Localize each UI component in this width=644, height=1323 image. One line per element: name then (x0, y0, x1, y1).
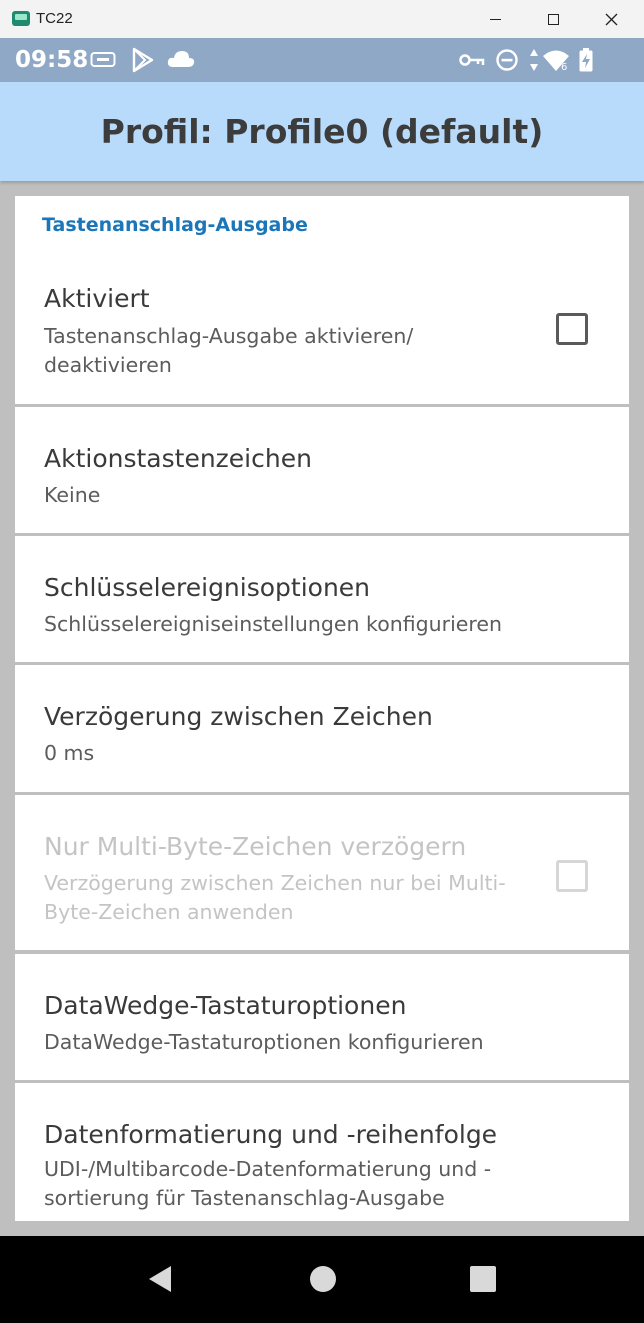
minimize-icon (489, 18, 501, 20)
wifi-label: 6 (561, 62, 567, 72)
settings-list[interactable]: Tastenanschlag-Ausgabe Aktiviert Tastena… (15, 196, 629, 1221)
pref-key-event-options[interactable]: Schlüsselereignisoptionen Schlüsselereig… (15, 536, 629, 662)
category-header: Tastenanschlag-Ausgabe (15, 196, 629, 246)
status-clock: 09:58 (15, 47, 89, 73)
home-icon[interactable] (308, 1264, 338, 1294)
back-icon[interactable] (145, 1264, 175, 1294)
pref-title: Schlüsselereignisoptionen (44, 573, 371, 602)
app-bar: Profil: Profile0 (default) (0, 82, 644, 181)
window-title: TC22 (36, 10, 73, 27)
category-title: Tastenanschlag-Ausgabe (42, 214, 308, 236)
close-window-button[interactable] (588, 0, 634, 38)
pref-title: Aktionstastenzeichen (44, 444, 312, 473)
navigation-bar (0, 1236, 644, 1323)
pref-title: Datenformatierung und -reihenfolge (44, 1120, 498, 1149)
pref-title: DataWedge-Tastaturoptionen (44, 991, 407, 1020)
pref-summary: 0 ms (44, 741, 95, 765)
battery-charging-icon (579, 48, 593, 72)
pref-title: Verzögerung zwischen Zeichen (44, 702, 433, 731)
pref-multibyte-delay: Nur Multi-Byte-Zeichen verzögern Verzöge… (15, 795, 629, 950)
cloud-icon (167, 51, 195, 67)
pref-summary: Verzögerung zwischen Zeichen nur bei Mul… (44, 871, 506, 924)
pref-keyboard-options[interactable]: DataWedge-Tastaturoptionen DataWedge-Tas… (15, 954, 629, 1080)
status-bar: 09:58 6 (0, 38, 644, 82)
page-title: Profil: Profile0 (default) (100, 112, 544, 151)
device-screen: 09:58 6 Profil: Profile0 (default) Taste… (0, 38, 644, 1323)
pref-summary: DataWedge-Tastaturoptionen konfigurieren (44, 1030, 484, 1054)
close-icon (605, 13, 617, 25)
pref-summary: Keine (44, 483, 101, 507)
pref-inter-char-delay[interactable]: Verzögerung zwischen Zeichen 0 ms (15, 665, 629, 792)
vpn-key-icon (459, 54, 485, 66)
pref-summary: Tastenanschlag-Ausgabe aktivieren/ deakt… (44, 324, 414, 377)
play-store-icon (132, 47, 154, 73)
maximize-button[interactable] (530, 0, 576, 38)
window-titlebar: TC22 (0, 0, 644, 38)
do-not-disturb-icon (496, 49, 518, 71)
data-arrows-icon (530, 49, 538, 71)
android-app-icon (12, 11, 30, 26)
pref-title: Aktiviert (44, 284, 150, 313)
minimize-button[interactable] (472, 0, 518, 38)
enable-checkbox[interactable] (556, 313, 588, 345)
pref-summary: Schlüsselereigniseinstellungen konfiguri… (44, 612, 502, 636)
maximize-icon (547, 13, 559, 25)
pref-summary: UDI-/Multibarcode-Datenformatierung und … (44, 1157, 492, 1210)
recents-icon[interactable] (469, 1264, 497, 1294)
ethernet-icon (90, 52, 116, 67)
pref-title: Nur Multi-Byte-Zeichen verzögern (44, 832, 467, 861)
pref-action-key-char[interactable]: Aktionstastenzeichen Keine (15, 407, 629, 533)
wifi-icon: 6 (543, 50, 569, 72)
pref-data-formatting[interactable]: Datenformatierung und -reihenfolge UDI-/… (15, 1083, 629, 1221)
pref-enabled[interactable]: Aktiviert Tastenanschlag-Ausgabe aktivie… (15, 246, 629, 404)
multibyte-checkbox (556, 860, 588, 892)
